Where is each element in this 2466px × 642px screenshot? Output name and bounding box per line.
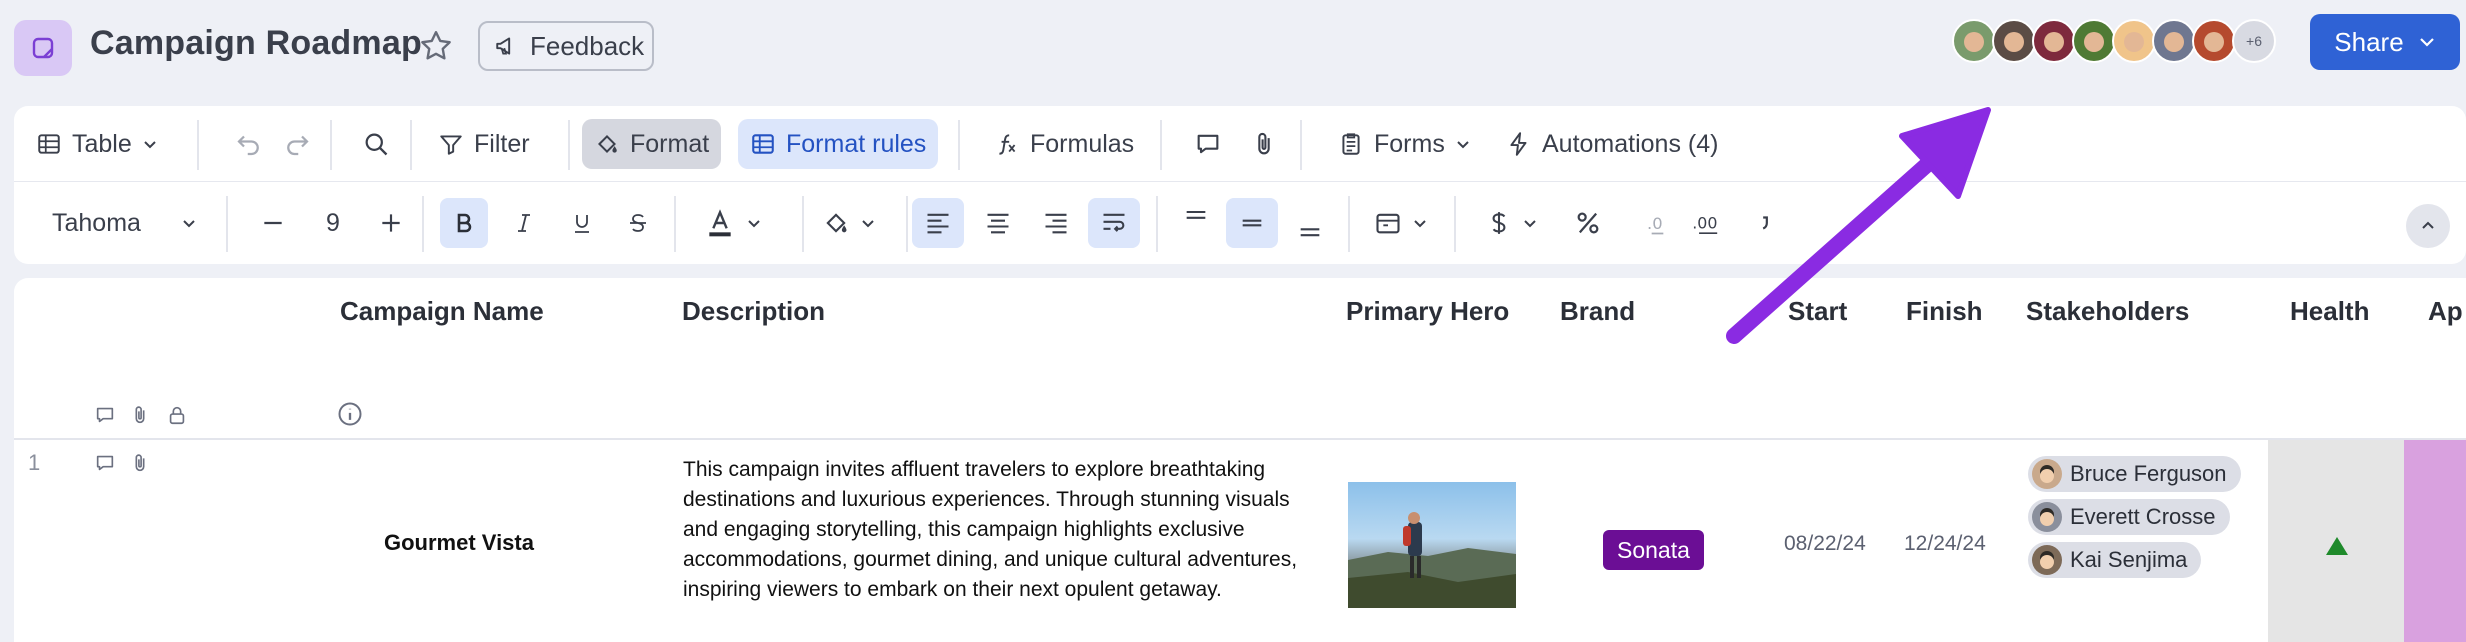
annotation-arrow	[1726, 107, 1991, 344]
